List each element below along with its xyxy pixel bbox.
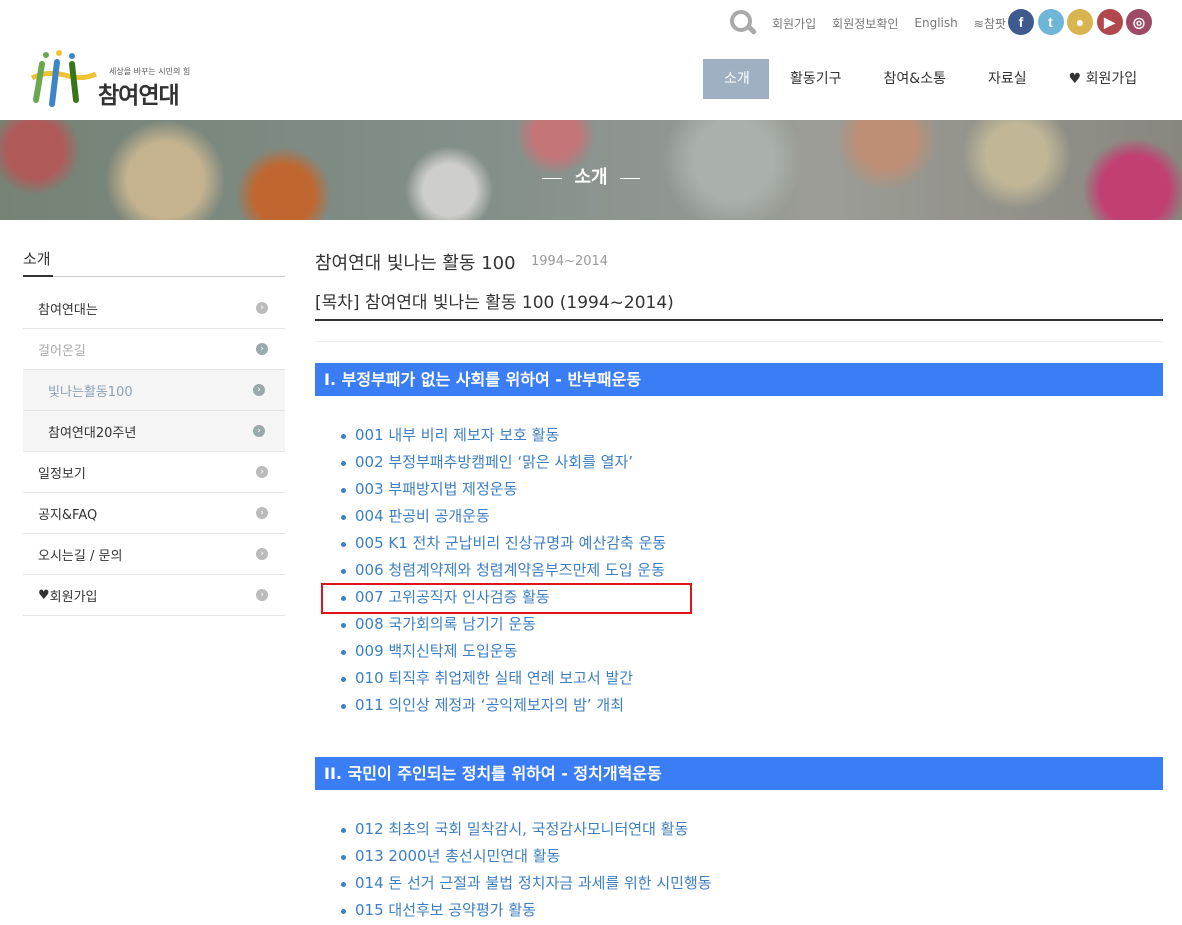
- chevron-right-icon: ›: [256, 507, 268, 519]
- sidebar-item-label: 공지&FAQ: [38, 507, 98, 523]
- instagram-icon[interactable]: ◎: [1126, 9, 1152, 35]
- main-nav: 소개 활동기구 참여&소통 자료실 ♥ 회원가입: [703, 59, 1158, 99]
- utility-bar: 회원가입 회원정보확인 English ≋참팟: [726, 8, 1016, 38]
- nav-intro[interactable]: 소개: [703, 59, 769, 99]
- sidebar-item[interactable]: 참여연대는 ›: [23, 288, 285, 329]
- chevron-right-icon: ›: [256, 343, 268, 355]
- sidebar-item[interactable]: 참여연대20주년 ›: [23, 411, 285, 452]
- nav-archive[interactable]: 자료실: [967, 59, 1048, 99]
- sidebar-item-label: 회원가입: [49, 589, 98, 605]
- sidebar-item-label: 일정보기: [38, 466, 86, 482]
- activity-link[interactable]: 002 부정부패추방캠페인 ‘맑은 사회를 열자’: [340, 449, 666, 476]
- wifi-icon: ≋: [973, 16, 984, 31]
- divider: [23, 276, 285, 277]
- activity-list: 012 최초의 국회 밀착감시, 국정감사모니터연대 활동 013 2000년 총…: [340, 816, 712, 924]
- activity-link[interactable]: 005 K1 전차 군납비리 진상규명과 예산감축 운동: [340, 530, 666, 557]
- join-link[interactable]: 회원가입: [772, 15, 816, 32]
- activity-link[interactable]: 009 백지신탁제 도입운동: [340, 638, 666, 665]
- activity-list: 001 내부 비리 제보자 보호 활동 002 부정부패추방캠페인 ‘맑은 사회를…: [340, 422, 666, 719]
- sidebar-item[interactable]: 걸어온길 ›: [23, 329, 285, 370]
- champat-label: 참팟: [983, 16, 1006, 31]
- nav-activities[interactable]: 활동기구: [769, 59, 863, 99]
- activity-link[interactable]: 013 2000년 총선시민연대 활동: [340, 843, 712, 870]
- sidebar-item[interactable]: 일정보기 ›: [23, 452, 285, 493]
- activity-link[interactable]: 012 최초의 국회 밀착감시, 국정감사모니터연대 활동: [340, 816, 712, 843]
- chevron-right-icon: ›: [256, 589, 268, 601]
- chevron-right-icon: ›: [253, 384, 265, 396]
- nav-join-label: 회원가입: [1085, 71, 1138, 87]
- chevron-right-icon: ›: [253, 425, 265, 437]
- activity-link[interactable]: 011 의인상 제정과 ‘공익제보자의 밤’ 개최: [340, 692, 666, 719]
- banner-title: 소개: [574, 167, 608, 188]
- social-links: f t ● ▶ ◎: [1008, 9, 1156, 35]
- activity-link[interactable]: 003 부패방지법 제정운동: [340, 476, 666, 503]
- sidebar-item[interactable]: 공지&FAQ ›: [23, 493, 285, 534]
- section-heading: I. 부정부패가 없는 사회를 위하여 - 반부패운동: [315, 363, 1163, 396]
- activity-link[interactable]: 008 국가회의록 남기기 운동: [340, 611, 666, 638]
- twitter-icon[interactable]: t: [1037, 9, 1064, 35]
- nav-join[interactable]: ♥ 회원가입: [1048, 59, 1159, 99]
- divider: [23, 275, 53, 277]
- activity-link[interactable]: 006 청렴계약제와 청렴계약옴부즈만제 도입 운동: [340, 557, 666, 584]
- kakaotalk-icon[interactable]: ●: [1067, 9, 1093, 35]
- chevron-right-icon: ›: [256, 302, 268, 314]
- activity-link[interactable]: 010 퇴직후 취업제한 실태 연례 보고서 발간: [340, 665, 666, 692]
- facebook-icon[interactable]: f: [1008, 9, 1034, 35]
- sidebar-item-label: 오시는길 / 문의: [38, 548, 123, 564]
- heart-icon: ♥: [38, 587, 50, 603]
- chevron-right-icon: ›: [256, 548, 268, 560]
- sidebar-title: 소개: [23, 250, 51, 268]
- sidebar-item[interactable]: ♥ 회원가입 ›: [23, 575, 285, 616]
- sidebar-menu: 참여연대는 › 걸어온길 › 빛나는활동100 › 참여연대20주년 › 일정보기 › 공지&FAQ…: [23, 288, 285, 616]
- search-icon[interactable]: [726, 8, 760, 38]
- document-title: [목차] 참여연대 빛나는 활동 100 (1994~2014): [315, 293, 674, 313]
- divider: [315, 319, 1163, 321]
- chevron-right-icon: ›: [256, 466, 268, 478]
- english-link[interactable]: English: [914, 16, 957, 30]
- sidebar-item[interactable]: 오시는길 / 문의 ›: [23, 534, 285, 575]
- activity-link[interactable]: 014 돈 선거 근절과 불법 정치자금 과세를 위한 시민행동: [340, 870, 712, 897]
- sidebar-item-label: 빛나는활동100: [48, 384, 133, 400]
- champat-link[interactable]: ≋참팟: [974, 15, 1006, 32]
- sidebar-item-label: 참여연대20주년: [48, 425, 137, 441]
- activity-link[interactable]: 001 내부 비리 제보자 보호 활동: [340, 422, 666, 449]
- page-years: 1994~2014: [531, 254, 609, 269]
- highlight-box: [321, 583, 692, 614]
- heart-icon: ♥: [1068, 71, 1086, 87]
- page-title: 참여연대 빛나는 활동 100: [315, 253, 516, 274]
- activity-link[interactable]: 004 판공비 공개운동: [340, 503, 666, 530]
- divider: [315, 341, 1163, 342]
- logo-name: 참여연대: [98, 83, 180, 109]
- site-logo[interactable]: 세상을 바꾸는 시민의 힘 참여연대: [28, 50, 198, 110]
- logo-mark-icon: [30, 50, 98, 107]
- section-heading: II. 국민이 주인되는 정치를 위하여 - 정치개혁운동: [315, 757, 1163, 790]
- youtube-icon[interactable]: ▶: [1096, 9, 1123, 35]
- member-info-link[interactable]: 회원정보확인: [832, 15, 898, 32]
- page-banner: 소개: [0, 120, 1182, 220]
- sidebar-item-label: 참여연대는: [38, 302, 98, 318]
- nav-participation[interactable]: 참여&소통: [863, 59, 967, 99]
- sidebar-item[interactable]: 빛나는활동100 ›: [23, 370, 285, 411]
- activity-link[interactable]: 015 대선후보 공약평가 활동: [340, 897, 712, 924]
- sidebar-item-label: 걸어온길: [38, 343, 86, 359]
